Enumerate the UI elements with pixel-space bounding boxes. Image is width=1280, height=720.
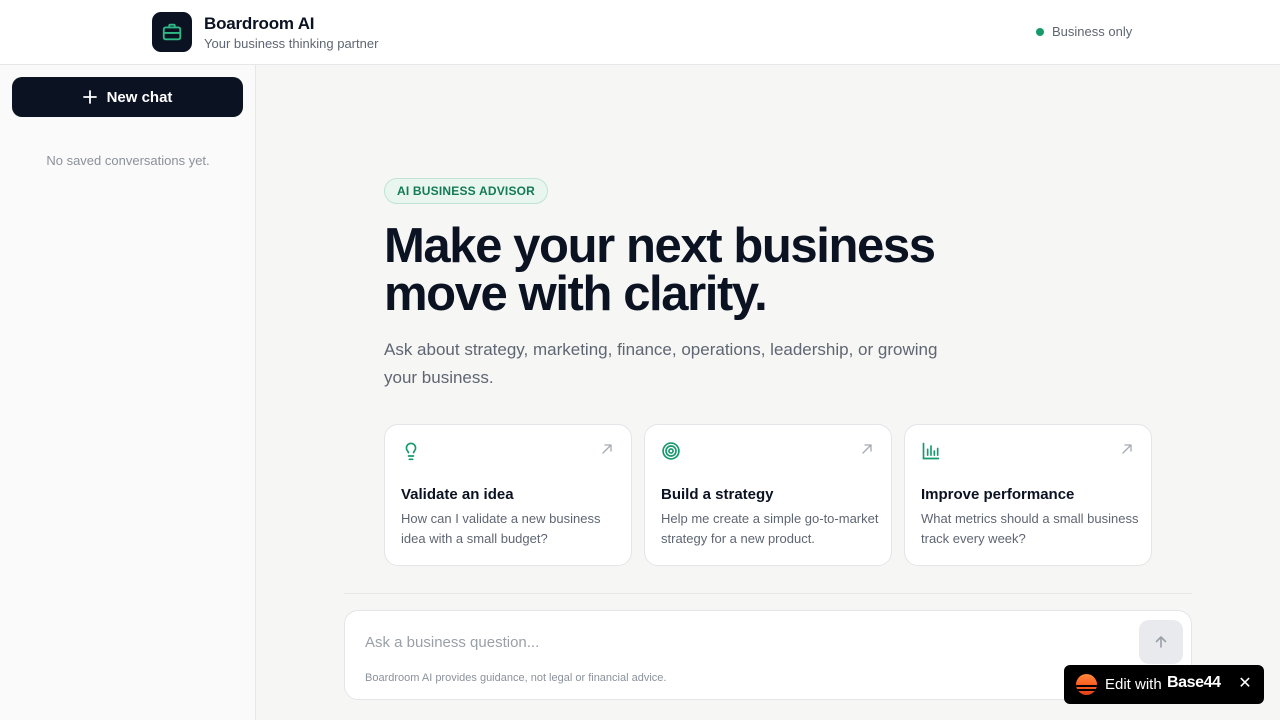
arrow-up-icon — [1155, 636, 1167, 648]
status-dot-icon — [1036, 27, 1044, 36]
suggestion-card-improve-performance[interactable]: Improve performance What metrics should … — [904, 424, 1152, 566]
close-icon[interactable]: ✕ — [1236, 675, 1254, 693]
advisor-badge: AI BUSINESS ADVISOR — [384, 178, 549, 204]
briefcase-icon — [162, 23, 182, 41]
base44-logo-icon — [1076, 674, 1097, 695]
card-description: What metrics should a small business tra… — [921, 511, 1139, 546]
question-input[interactable] — [365, 631, 1125, 653]
empty-conversations-text: No saved conversations yet. — [46, 153, 210, 168]
disclaimer-text: Boardroom AI provides guidance, not lega… — [365, 672, 667, 684]
card-title: Improve performance — [921, 486, 1075, 503]
page-title-line-1: Make your next business — [384, 219, 936, 273]
target-icon — [662, 442, 680, 460]
arrow-up-right-icon — [1122, 444, 1132, 454]
app-tagline: Your business thinking partner — [204, 36, 379, 51]
send-button[interactable] — [1139, 620, 1183, 664]
divider — [344, 593, 1192, 594]
page-subtitle: Ask about strategy, marketing, finance, … — [384, 340, 938, 387]
suggestion-card-validate-idea[interactable]: Validate an idea How can I validate a ne… — [384, 424, 632, 566]
base44-prefix: Edit with — [1105, 676, 1162, 693]
new-chat-label: New chat — [106, 88, 173, 106]
base44-brand: Base44 — [1167, 674, 1221, 691]
card-title: Validate an idea — [401, 486, 514, 503]
card-description: How can I validate a new business idea w… — [401, 511, 601, 546]
bar-chart-icon — [922, 442, 940, 460]
plus-icon — [82, 90, 97, 104]
arrow-up-right-icon — [602, 444, 612, 454]
app-logo — [152, 12, 192, 52]
card-description: Help me create a simple go-to-market str… — [661, 511, 879, 546]
card-title: Build a strategy — [661, 486, 774, 503]
lightbulb-icon — [405, 442, 417, 461]
page-title-line-2: move with clarity. — [384, 267, 768, 321]
status-label: Business only — [1052, 24, 1133, 39]
new-chat-button[interactable]: New chat — [12, 77, 243, 117]
status-indicator: Business only — [1036, 24, 1132, 39]
page-title: Make your next business move with clarit… — [384, 219, 1024, 321]
edit-with-base44-badge[interactable]: Edit with Base44 ✕ — [1064, 665, 1264, 704]
suggestion-card-build-strategy[interactable]: Build a strategy Help me create a simple… — [644, 424, 892, 566]
arrow-up-right-icon — [862, 444, 872, 454]
app-title: Boardroom AI — [204, 14, 315, 33]
top-bar: Boardroom AI Your business thinking part… — [0, 0, 1280, 65]
sidebar: New chat No saved conversations yet. — [0, 65, 256, 720]
